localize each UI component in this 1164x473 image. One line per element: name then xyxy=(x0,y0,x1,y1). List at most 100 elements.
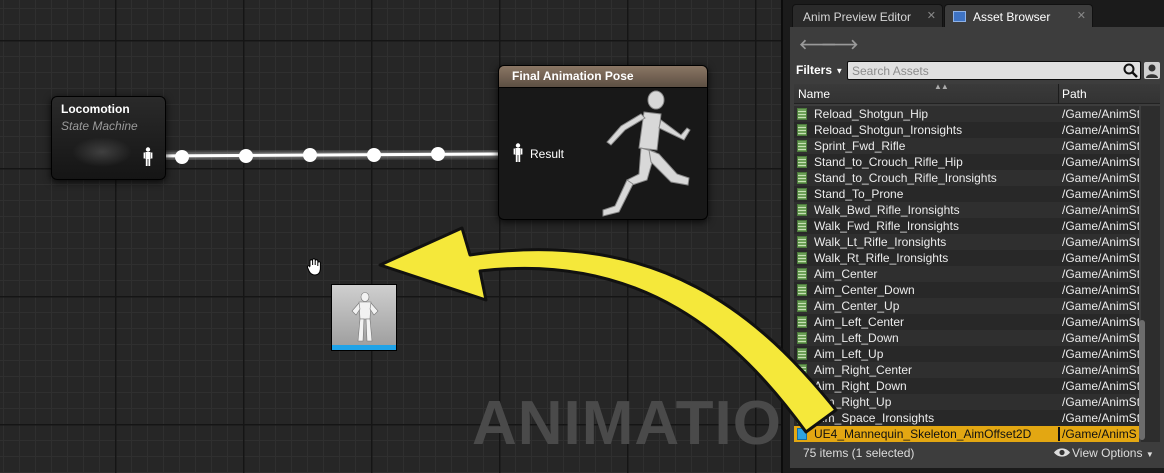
animation-sequence-icon xyxy=(797,124,807,136)
tab-anim-preview-editor[interactable]: Anim Preview Editor ✕ xyxy=(792,4,943,28)
asset-path: /Game/AnimStarterPack xyxy=(1062,139,1139,153)
asset-row[interactable]: Aim_Left_Down/Game/AnimStarterPack xyxy=(794,330,1139,346)
close-icon[interactable]: ✕ xyxy=(927,9,936,22)
asset-row[interactable]: Walk_Lt_Rifle_Ironsights/Game/AnimStarte… xyxy=(794,234,1139,250)
pose-output-pin-icon[interactable] xyxy=(143,147,153,167)
asset-row[interactable]: Stand_To_Prone/Game/AnimStarterPack xyxy=(794,186,1139,202)
animation-sequence-icon xyxy=(797,348,807,360)
asset-name: Reload_Shotgun_Ironsights xyxy=(814,123,963,137)
animation-sequence-icon xyxy=(797,236,807,248)
asset-name: Walk_Bwd_Rifle_Ironsights xyxy=(814,203,960,217)
close-icon[interactable]: ✕ xyxy=(1077,9,1086,22)
asset-browser-icon xyxy=(953,11,966,22)
asset-row[interactable]: Aim_Center/Game/AnimStarterPack xyxy=(794,266,1139,282)
asset-path: /Game/AnimStarterPack xyxy=(1062,299,1139,313)
running-mannequin-icon xyxy=(602,90,691,217)
asset-path: /Game/AnimStarterPack xyxy=(1062,107,1139,121)
asset-row[interactable]: Reload_Shotgun_Ironsights/Game/AnimStart… xyxy=(794,122,1139,138)
asset-row[interactable]: Stand_to_Crouch_Rifle_Hip/Game/AnimStart… xyxy=(794,154,1139,170)
asset-path: /Game/AnimStarterPack xyxy=(1062,363,1139,377)
asset-path: /Game/AnimStarterPack xyxy=(1058,427,1136,441)
animation-sequence-icon xyxy=(797,396,807,408)
asset-row[interactable]: Walk_Fwd_Rifle_Ironsights/Game/AnimStart… xyxy=(794,218,1139,234)
asset-row[interactable]: Reload_Shotgun_Hip/Game/AnimStarterPack xyxy=(794,106,1139,122)
animation-sequence-icon xyxy=(797,380,807,392)
asset-path: /Game/AnimStarterPack xyxy=(1062,123,1139,137)
asset-name: Reload_Shotgun_Hip xyxy=(814,107,929,121)
asset-name: Aim_Right_Center xyxy=(814,363,913,377)
person-icon[interactable] xyxy=(1144,62,1160,79)
asset-row[interactable]: Aim_Left_Center/Game/AnimStarterPack xyxy=(794,314,1139,330)
column-divider[interactable] xyxy=(1058,84,1059,104)
asset-name: Stand_to_Crouch_Rifle_Ironsights xyxy=(814,171,997,185)
asset-row[interactable]: Aim_Left_Up/Game/AnimStarterPack xyxy=(794,346,1139,362)
tab-asset-browser[interactable]: Asset Browser ✕ xyxy=(944,4,1093,28)
item-count-status: 75 items (1 selected) xyxy=(803,446,915,460)
asset-name: Walk_Fwd_Rifle_Ironsights xyxy=(814,219,959,233)
asset-row[interactable]: Aim_Right_Down/Game/AnimStarterPack xyxy=(794,378,1139,394)
wire-bubble xyxy=(303,148,317,162)
animation-sequence-icon xyxy=(797,412,807,424)
final-node-title: Final Animation Pose xyxy=(512,69,634,83)
asset-name: Aim_Left_Center xyxy=(814,315,905,329)
wire-bubble xyxy=(367,148,381,162)
wire-bubble xyxy=(239,149,253,163)
asset-row[interactable]: Aim_Center_Down/Game/AnimStarterPack xyxy=(794,282,1139,298)
filters-button[interactable]: Filters ▼ xyxy=(796,63,843,77)
chevron-down-icon: ▼ xyxy=(1145,450,1154,459)
asset-path: /Game/AnimStarterPack xyxy=(1062,203,1139,217)
search-icon[interactable] xyxy=(1123,63,1138,78)
asset-row[interactable]: Aim_Right_Center/Game/AnimStarterPack xyxy=(794,362,1139,378)
asset-row[interactable]: Sprint_Fwd_Rifle/Game/AnimStarterPack xyxy=(794,138,1139,154)
animation-sequence-icon xyxy=(797,252,807,264)
forward-arrow-icon[interactable]: 🡒 xyxy=(821,36,859,53)
view-options-button[interactable]: View Options ▼ xyxy=(1072,446,1154,460)
asset-path: /Game/AnimStarterPack xyxy=(1062,171,1139,185)
asset-path: /Game/AnimStarterPack xyxy=(1062,251,1139,265)
final-animation-pose-node[interactable]: Final Animation Pose Result xyxy=(498,65,708,220)
asset-row[interactable]: Walk_Bwd_Rifle_Ironsights/Game/AnimStart… xyxy=(794,202,1139,218)
asset-list[interactable]: Reload_Shotgun_Hip/Game/AnimStarterPackR… xyxy=(794,106,1139,442)
animation-sequence-icon xyxy=(797,300,807,312)
asset-row[interactable]: Stand_to_Crouch_Rifle_Ironsights/Game/An… xyxy=(794,170,1139,186)
asset-row[interactable]: Walk_Rt_Rifle_Ironsights/Game/AnimStarte… xyxy=(794,250,1139,266)
tab-label: Asset Browser xyxy=(973,10,1051,24)
locomotion-node[interactable]: Locomotion State Machine xyxy=(51,96,166,180)
animation-sequence-icon xyxy=(797,316,807,328)
asset-path: /Game/AnimStarterPack xyxy=(1062,219,1139,233)
state-machine-preview xyxy=(72,137,132,167)
asset-path: /Game/AnimStarterPack xyxy=(1062,411,1139,425)
asset-name: Stand_to_Crouch_Rifle_Hip xyxy=(814,155,963,169)
asset-path: /Game/AnimStarterPack xyxy=(1062,379,1139,393)
asset-name: Aim_Right_Up xyxy=(814,395,892,409)
asset-path: /Game/AnimStarterPack xyxy=(1062,187,1139,201)
anim-graph-canvas[interactable]: ANIMATION Locomotion State Machine Final xyxy=(0,0,781,473)
animation-sequence-icon xyxy=(797,204,807,216)
animation-sequence-icon xyxy=(797,156,807,168)
asset-path: /Game/AnimStarterPack xyxy=(1062,331,1139,345)
chevron-down-icon: ▼ xyxy=(835,66,844,76)
result-pin-icon[interactable] xyxy=(513,143,523,163)
column-name[interactable]: Name xyxy=(798,87,830,101)
column-path[interactable]: Path xyxy=(1062,87,1087,101)
asset-path: /Game/AnimStarterPack xyxy=(1062,347,1139,361)
eye-icon[interactable] xyxy=(1053,447,1071,458)
scrollbar-thumb[interactable] xyxy=(1139,320,1145,440)
wire-bubble xyxy=(175,150,189,164)
asset-row[interactable]: Aim_Right_Up/Game/AnimStarterPack xyxy=(794,394,1139,410)
animation-sequence-icon xyxy=(797,108,807,120)
asset-path: /Game/AnimStarterPack xyxy=(1062,267,1139,281)
asset-path: /Game/AnimStarterPack xyxy=(1062,235,1139,249)
locomotion-node-subtitle: State Machine xyxy=(61,119,138,133)
search-input[interactable]: Search Assets xyxy=(847,61,1141,80)
sort-icon: ▲▲ xyxy=(934,82,949,91)
asset-row[interactable]: UE4_Mannequin_Skeleton_AimOffset2D/Game/… xyxy=(794,426,1139,442)
dragged-asset-thumbnail[interactable] xyxy=(331,284,397,351)
asset-type-bar xyxy=(332,345,396,350)
asset-path: /Game/AnimStarterPack xyxy=(1062,315,1139,329)
asset-name: Aim_Space_Ironsights xyxy=(814,411,935,425)
asset-row[interactable]: Aim_Space_Ironsights/Game/AnimStarterPac… xyxy=(794,410,1139,426)
view-options-label: View Options xyxy=(1072,446,1143,460)
animation-sequence-icon xyxy=(797,172,807,184)
asset-row[interactable]: Aim_Center_Up/Game/AnimStarterPack xyxy=(794,298,1139,314)
